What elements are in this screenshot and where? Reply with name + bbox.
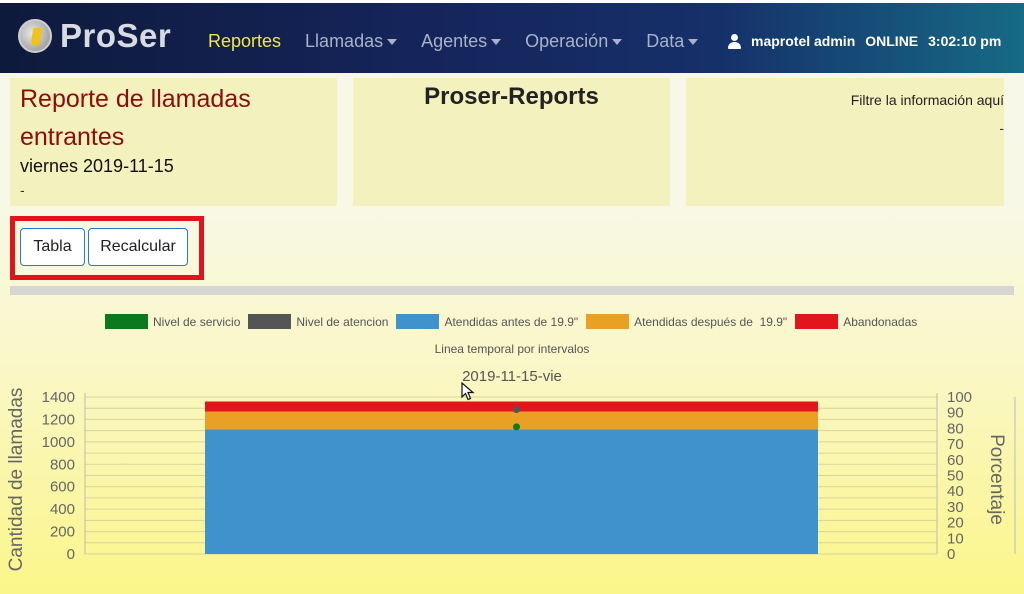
- y-tick-label: 800: [50, 456, 75, 473]
- clock: 3:02:10 pm: [928, 33, 1002, 49]
- legend-item-atendidas-despues[interactable]: Atendidas después de 19.9": [586, 314, 787, 329]
- user-name[interactable]: maprotel admin: [751, 33, 855, 49]
- y2-axis-title: Porcentaje: [986, 434, 1007, 525]
- y-tick-label: 600: [50, 479, 75, 496]
- online-status: ONLINE: [865, 33, 919, 49]
- nav-label: Llamadas: [305, 31, 384, 51]
- user-info: maprotel admin ONLINE 3:02:10 pm: [728, 33, 1011, 49]
- y-axis-title: Cantidad de llamadas: [6, 388, 27, 572]
- y2-tick-label: 0: [947, 546, 955, 563]
- nav-label: Reportes: [208, 31, 282, 51]
- legend-label: Atendidas después de 19.9": [634, 314, 788, 329]
- nav-label: Agentes: [421, 31, 488, 51]
- y2-tick-label: 20: [947, 515, 964, 532]
- y2-tick-label: 70: [947, 436, 964, 453]
- legend-item-abandonadas[interactable]: Abandonadas: [795, 314, 917, 329]
- legend-label: Nivel de atencion: [296, 314, 389, 329]
- navbar: ProSer Reportes Llamadas Agentes Operaci…: [0, 3, 1024, 73]
- legend-label: Abandonadas: [843, 314, 918, 329]
- y-tick-label: 400: [50, 501, 75, 518]
- legend-item-nivel-servicio[interactable]: Nivel de servicio: [105, 314, 240, 329]
- caret-down-icon: [612, 39, 623, 46]
- legend-swatch: [795, 314, 839, 329]
- legend-swatch: [248, 314, 292, 329]
- y2-tick-label: 100: [947, 389, 972, 406]
- y2-tick-label: 90: [947, 405, 964, 422]
- chart-subtitle: Linea temporal por intervalos: [434, 342, 590, 356]
- y2-tick-label: 80: [947, 420, 964, 437]
- y-tick-label: 200: [50, 524, 75, 541]
- filter-label[interactable]: Filtre la información aquí: [851, 92, 1004, 108]
- nav-item-data[interactable]: Data: [646, 31, 699, 52]
- nav-item-operacion[interactable]: Operación: [525, 31, 623, 52]
- report-title: Reporte de llamadas entrantes: [20, 85, 251, 151]
- caret-down-icon: [387, 39, 398, 46]
- legend-label: Atendidas antes de 19.9": [444, 314, 579, 329]
- data-point[interactable]: [513, 423, 520, 431]
- y-tick-label: 1200: [42, 411, 75, 428]
- nav-item-llamadas[interactable]: Llamadas: [305, 31, 398, 52]
- data-point[interactable]: [513, 406, 520, 414]
- filter-value: -: [999, 120, 1004, 136]
- legend-swatch: [586, 314, 630, 329]
- legend-swatch: [105, 314, 148, 329]
- mouse-cursor-icon: [461, 382, 475, 401]
- caret-down-icon: [491, 39, 502, 46]
- chart-legend: Nivel de servicio Nivel de atencion Aten…: [105, 314, 925, 329]
- proser-logo-icon: [18, 19, 52, 53]
- stacked-bar-chart: 0200400600800100012001400010203040506070…: [6, 388, 1016, 572]
- y-tick-label: 1400: [42, 389, 75, 406]
- y-tick-label: 1000: [42, 434, 75, 451]
- filter-panel: Filtre la información aquí -: [686, 78, 1004, 206]
- brand-name: ProSer: [60, 17, 172, 54]
- nav-label: Data: [646, 31, 685, 51]
- nav-item-reportes[interactable]: Reportes: [208, 31, 281, 52]
- legend-label: Nivel de servicio: [153, 314, 241, 329]
- recalcular-button[interactable]: Recalcular: [88, 228, 188, 266]
- proser-reports-title: Proser-Reports: [424, 83, 599, 110]
- legend-item-nivel-atencion[interactable]: Nivel de atencion: [248, 314, 388, 329]
- nav-label: Operación: [525, 31, 609, 51]
- y2-tick-label: 40: [947, 483, 964, 500]
- bar-segment[interactable]: [205, 401, 818, 412]
- nav-menu: Reportes Llamadas Agentes Operación Data: [208, 31, 722, 52]
- divider-bar: [10, 286, 1014, 295]
- tabla-button[interactable]: Tabla: [20, 228, 85, 266]
- bar-segment[interactable]: [205, 429, 818, 554]
- y2-tick-label: 10: [947, 530, 964, 547]
- center-panel: Proser-Reports: [353, 78, 670, 206]
- y2-tick-label: 30: [947, 499, 964, 516]
- y-tick-label: 0: [67, 546, 75, 563]
- legend-item-atendidas-antes[interactable]: Atendidas antes de 19.9": [396, 314, 578, 329]
- brand[interactable]: ProSer: [18, 17, 171, 55]
- caret-down-icon: [688, 39, 699, 46]
- y2-tick-label: 50: [947, 468, 964, 485]
- legend-swatch: [396, 314, 440, 329]
- report-note: -: [20, 182, 25, 198]
- y2-tick-label: 60: [947, 452, 964, 469]
- nav-item-agentes[interactable]: Agentes: [421, 31, 502, 52]
- report-date: viernes 2019-11-15: [20, 156, 174, 176]
- bar-segment[interactable]: [205, 411, 818, 430]
- report-info-panel: Reporte de llamadas entrantes viernes 20…: [10, 78, 337, 206]
- user-icon: [728, 33, 741, 49]
